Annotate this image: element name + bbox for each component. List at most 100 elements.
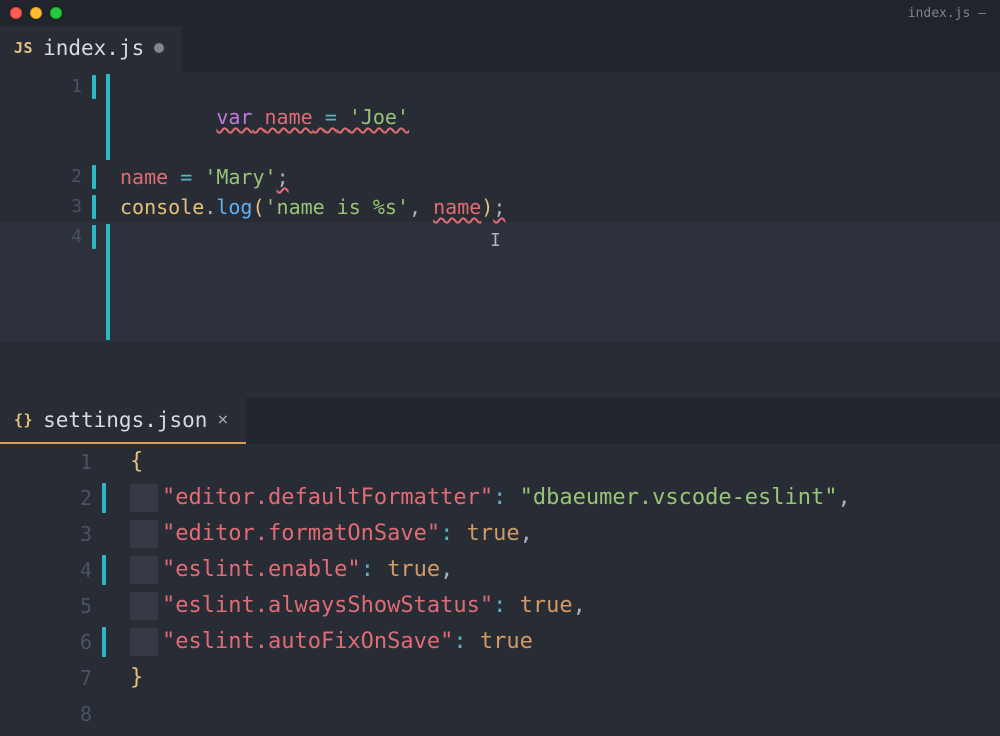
diff-indicator (102, 483, 106, 513)
token-variable: name (265, 105, 313, 129)
gutter: 7 (0, 660, 110, 696)
indent-guide (130, 484, 158, 512)
window-close-button[interactable] (10, 7, 22, 19)
code-content[interactable]: "editor.defaultFormatter": "dbaeumer.vsc… (110, 480, 1000, 516)
gutter: 2 (0, 480, 110, 516)
tab-label: settings.json (43, 408, 207, 432)
line-number: 8 (80, 696, 92, 732)
unsaved-indicator-icon (154, 43, 164, 53)
code-line[interactable]: 6 "eslint.autoFixOnSave": true (0, 624, 1000, 660)
line-number: 4 (71, 222, 82, 252)
code-line[interactable]: 1 { (0, 444, 1000, 480)
code-content[interactable]: console.log('name is %s', name); (100, 192, 1000, 222)
code-content[interactable]: } (110, 660, 1000, 696)
gutter: 1 (0, 72, 100, 102)
diff-indicator (92, 195, 96, 219)
diff-indicator (92, 225, 96, 249)
token-bracket: } (130, 665, 143, 690)
token-const: true (387, 557, 440, 582)
code-editor-indexjs[interactable]: 1 var name = 'Joe' 2 name = 'Mary'; 3 co… (0, 72, 1000, 342)
line-number: 3 (80, 516, 92, 552)
token-comma: , (838, 485, 851, 510)
token-comma: , (520, 521, 533, 546)
line-number: 6 (80, 624, 92, 660)
code-line[interactable]: 8 (0, 696, 1000, 732)
token-operator: = (325, 105, 337, 129)
cursor-bar (106, 224, 110, 340)
code-content[interactable]: "eslint.autoFixOnSave": true (110, 624, 1000, 660)
code-content[interactable]: var name = 'Joe' (100, 72, 1000, 162)
window-titlebar: index.js — (0, 0, 1000, 26)
token-const: true (467, 521, 520, 546)
editor-pane-indexjs: JS index.js 1 var name = 'Joe' 2 name = … (0, 26, 1000, 342)
tab-indexjs[interactable]: JS index.js (0, 26, 182, 72)
token-key: "editor.formatOnSave" (162, 521, 440, 546)
indent-guide (130, 520, 158, 548)
gutter: 3 (0, 192, 100, 222)
code-editor-settings[interactable]: 1 { 2 "editor.defaultFormatter": "dbaeum… (0, 444, 1000, 732)
token-const: true (480, 629, 533, 654)
js-file-icon: JS (14, 39, 33, 57)
code-content[interactable]: "eslint.enable": true, (110, 552, 1000, 588)
token-key: "eslint.alwaysShowStatus" (162, 593, 493, 618)
token-bracket: ) (481, 195, 493, 219)
token-string: "dbaeumer.vscode-eslint" (520, 485, 838, 510)
tabstrip-top: JS index.js (0, 26, 1000, 72)
close-icon[interactable]: × (217, 411, 228, 429)
code-content[interactable]: name = 'Mary'; (100, 162, 1000, 192)
code-line[interactable]: 2 name = 'Mary'; (0, 162, 1000, 192)
line-number: 4 (80, 552, 92, 588)
code-line[interactable]: 7 } (0, 660, 1000, 696)
tab-settingsjson[interactable]: {} settings.json × (0, 398, 246, 444)
gutter: 6 (0, 624, 110, 660)
code-line[interactable]: 3 console.log('name is %s', name); (0, 192, 1000, 222)
diff-indicator (92, 75, 96, 99)
token-punct: ; (493, 195, 505, 219)
diff-indicator (102, 627, 106, 657)
token-operator: = (180, 165, 192, 189)
token-function: log (216, 195, 252, 219)
indent-guide (130, 556, 158, 584)
gutter: 1 (0, 444, 110, 480)
tabstrip-bottom: {} settings.json × (0, 398, 1000, 444)
line-number: 3 (71, 192, 82, 222)
code-line[interactable]: 5 "eslint.alwaysShowStatus": true, (0, 588, 1000, 624)
token-bracket: ( (252, 195, 264, 219)
code-line-current[interactable]: 4 I (0, 222, 1000, 342)
cursor-bar (106, 74, 110, 160)
token-colon: : (493, 485, 506, 510)
token-colon: : (361, 557, 374, 582)
window-minimize-button[interactable] (30, 7, 42, 19)
editor-pane-settings: {} settings.json × 1 { 2 "editor.default… (0, 398, 1000, 732)
line-number: 2 (80, 480, 92, 516)
token-colon: : (493, 593, 506, 618)
gutter: 4 (0, 552, 110, 588)
tab-label: index.js (43, 36, 144, 60)
token-colon: : (453, 629, 466, 654)
gutter: 3 (0, 516, 110, 552)
indent-guide (130, 628, 158, 656)
line-number: 7 (80, 660, 92, 696)
code-line[interactable]: 1 var name = 'Joe' (0, 72, 1000, 162)
code-content[interactable]: "eslint.alwaysShowStatus": true, (110, 588, 1000, 624)
token-key: "eslint.enable" (162, 557, 361, 582)
token-key: "editor.defaultFormatter" (162, 485, 493, 510)
window-controls (10, 7, 62, 19)
token-object: console (120, 195, 204, 219)
line-number: 2 (71, 162, 82, 192)
token-punct: . (204, 195, 216, 219)
code-content[interactable]: I (100, 222, 1000, 342)
code-content[interactable]: { (110, 444, 1000, 480)
code-line[interactable]: 3 "editor.formatOnSave": true, (0, 516, 1000, 552)
token-bracket: { (130, 449, 143, 474)
json-file-icon: {} (14, 411, 33, 429)
diff-indicator (92, 165, 96, 189)
gutter: 5 (0, 588, 110, 624)
line-number: 5 (80, 588, 92, 624)
code-line[interactable]: 4 "eslint.enable": true, (0, 552, 1000, 588)
token-keyword: var (216, 105, 252, 129)
code-content[interactable]: "editor.formatOnSave": true, (110, 516, 1000, 552)
token-variable: name (433, 195, 481, 219)
code-line[interactable]: 2 "editor.defaultFormatter": "dbaeumer.v… (0, 480, 1000, 516)
window-zoom-button[interactable] (50, 7, 62, 19)
